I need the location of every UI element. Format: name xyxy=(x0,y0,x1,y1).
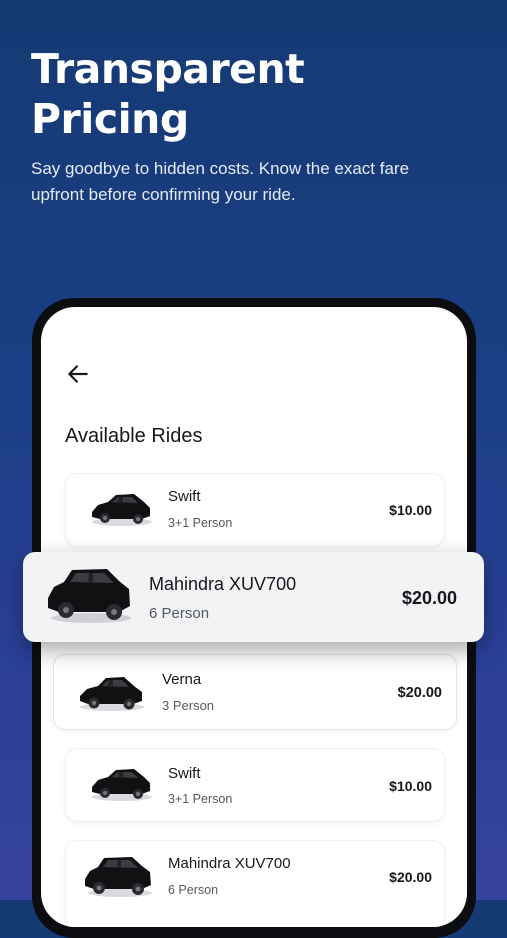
ride-seats: 3+1 Person xyxy=(168,516,233,530)
ride-seats: 3 Person xyxy=(162,698,215,713)
hero-subtitle: Say goodbye to hidden costs. Know the ex… xyxy=(31,159,410,204)
ride-card-mahindra-xuv700[interactable]: Mahindra XUV700 6 Person $20.00 xyxy=(65,840,445,927)
ride-price: $20.00 xyxy=(389,869,432,885)
ride-name: Swift xyxy=(168,488,201,505)
ride-price: $20.00 xyxy=(397,685,442,701)
hero-title: Transparent Pricing xyxy=(31,45,305,143)
available-rides-heading: Available Rides xyxy=(65,425,203,447)
sedan-car-icon xyxy=(80,677,144,711)
suv-car-icon xyxy=(85,857,152,897)
ride-name: Swift xyxy=(168,765,201,782)
ride-name: Mahindra XUV700 xyxy=(149,574,297,594)
ride-seats: 3+1 Person xyxy=(168,792,233,806)
ride-card-swift[interactable]: Swift 3+1 Person $10.00 xyxy=(65,473,445,547)
sedan-car-icon xyxy=(92,494,152,526)
ride-price: $10.00 xyxy=(389,778,432,794)
arrow-left-icon[interactable] xyxy=(65,361,91,387)
ride-seats: 6 Person xyxy=(168,883,219,897)
ride-name: Verna xyxy=(162,671,202,688)
ride-price: $20.00 xyxy=(401,588,457,608)
ride-card-verna[interactable]: Verna 3 Person $20.00 xyxy=(53,654,457,730)
suv-car-icon xyxy=(48,569,131,623)
ride-card-swift[interactable]: Swift 3+1 Person $10.00 xyxy=(65,748,445,822)
ride-seats: 6 Person xyxy=(149,605,210,622)
ride-name: Mahindra XUV700 xyxy=(168,855,291,872)
ride-card-highlighted[interactable]: Mahindra XUV700 6 Person $20.00 xyxy=(23,552,484,642)
ride-price: $10.00 xyxy=(389,502,432,518)
sedan-car-icon xyxy=(92,769,152,801)
